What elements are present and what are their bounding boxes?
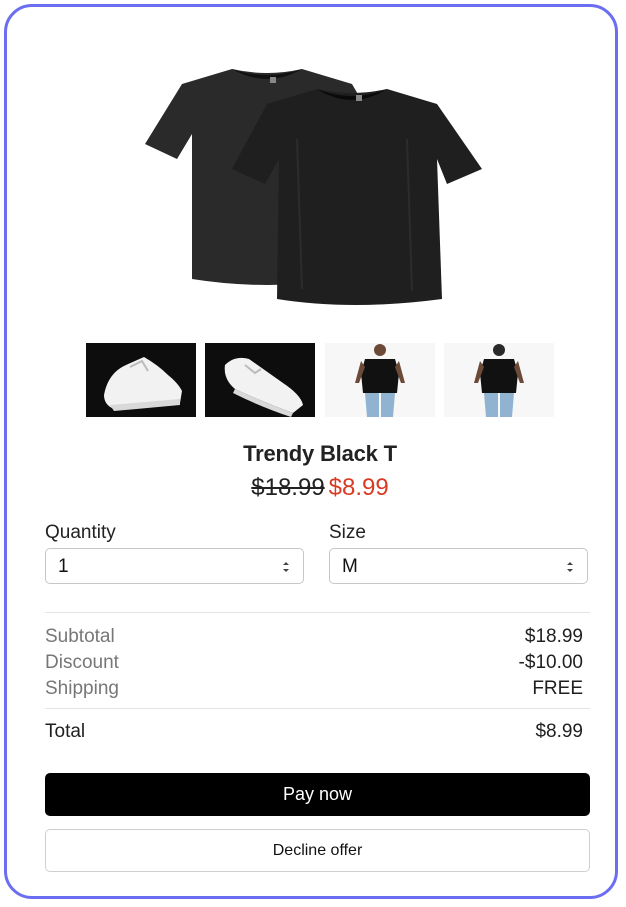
- discount-value: -$10.00: [518, 652, 583, 673]
- sneaker-icon: [104, 357, 182, 411]
- product-title: Trendy Black T: [243, 441, 397, 466]
- total-value: $8.99: [535, 721, 583, 742]
- summary-divider-top: [45, 612, 590, 613]
- thumbnail-model-front[interactable]: [325, 343, 435, 417]
- pay-now-button[interactable]: Pay now: [45, 773, 590, 816]
- sale-price: $8.99: [328, 474, 389, 501]
- size-select[interactable]: M: [329, 548, 588, 584]
- original-price: $18.99: [251, 474, 325, 501]
- sneaker-icon: [224, 357, 303, 417]
- price-row: $18.99 $8.99: [7, 474, 626, 502]
- total-label: Total: [45, 721, 86, 742]
- model-front-icon: [355, 344, 405, 417]
- quantity-value: 1: [58, 556, 69, 577]
- size-value: M: [342, 556, 358, 577]
- quantity-select[interactable]: 1: [45, 548, 304, 584]
- size-label: Size: [329, 522, 366, 543]
- summary-divider-bottom: [45, 708, 590, 709]
- shipping-value: FREE: [532, 678, 583, 699]
- thumbnail-sneaker-side[interactable]: [86, 343, 196, 417]
- thumbnail-model-back[interactable]: [444, 343, 554, 417]
- pay-now-label: Pay now: [282, 784, 353, 804]
- decline-offer-label: Decline offer: [272, 841, 363, 859]
- product-main-image: [145, 69, 482, 305]
- discount-label: Discount: [45, 652, 119, 673]
- select-arrows-icon: [567, 562, 573, 572]
- subtotal-label: Subtotal: [45, 626, 115, 647]
- shipping-label: Shipping: [45, 678, 119, 699]
- thumbnail-sneaker-angle[interactable]: [205, 343, 315, 417]
- model-back-icon: [474, 344, 524, 417]
- offer-card: Trendy Black T $18.99 $8.99 Quantity 1 Si…: [4, 4, 618, 899]
- subtotal-value: $18.99: [524, 626, 583, 647]
- thumbnail-strip: [86, 343, 556, 417]
- quantity-label: Quantity: [45, 522, 116, 543]
- decline-offer-button[interactable]: Decline offer: [45, 829, 590, 872]
- select-arrows-icon: [283, 562, 289, 572]
